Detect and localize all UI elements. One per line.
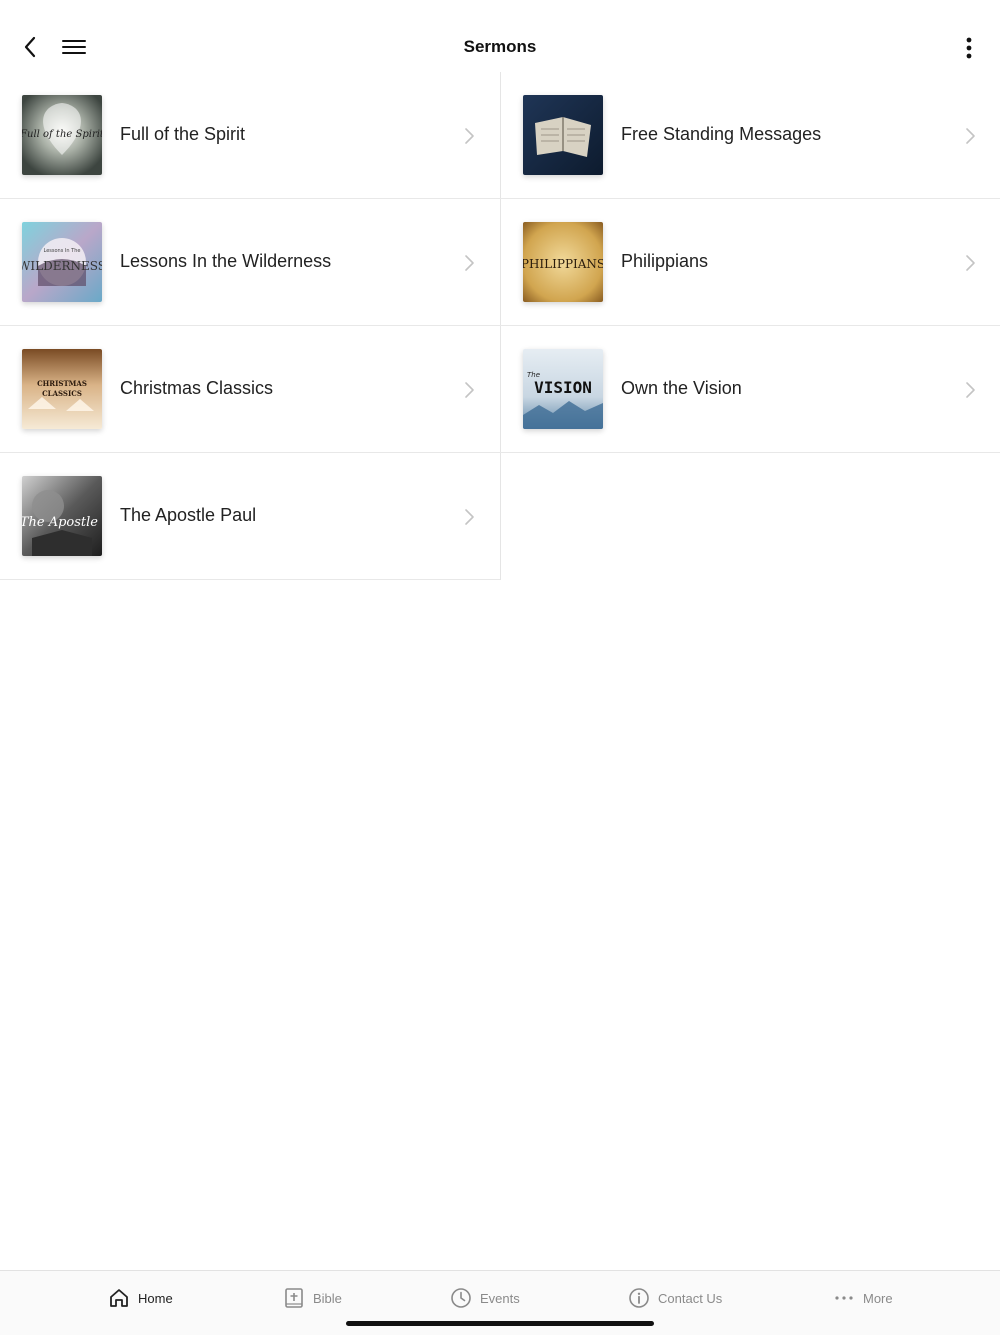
sermon-thumbnail: Full of the Spirit bbox=[22, 95, 102, 175]
sermon-thumbnail: The VISION bbox=[523, 349, 603, 429]
thumb-title: PHILIPPIANS bbox=[523, 257, 603, 271]
tab-label: Events bbox=[480, 1290, 520, 1306]
home-icon bbox=[110, 1289, 128, 1307]
sermon-title: The Apostle Paul bbox=[120, 505, 257, 525]
sermon-title: Lessons In the Wilderness bbox=[120, 251, 332, 271]
sermon-title: Full of the Spirit bbox=[120, 124, 246, 144]
sermon-series-item[interactable]: Lessons In The WILDERNESS Lessons In the… bbox=[0, 199, 500, 325]
clock-icon bbox=[451, 1288, 471, 1308]
sermon-series-item[interactable]: Full of the Spirit Full of the Spirit bbox=[0, 72, 500, 198]
top-bar: Sermons bbox=[0, 0, 1000, 72]
sermon-title: Philippians bbox=[621, 251, 709, 271]
sermon-series-item[interactable]: PHILIPPIANS Philippians bbox=[501, 199, 1000, 325]
home-indicator[interactable] bbox=[346, 1321, 654, 1326]
more-options-button[interactable] bbox=[956, 32, 982, 64]
sermon-series-item[interactable]: CHRISTMAS CLASSICS Christmas Classics bbox=[0, 326, 500, 452]
tab-contact-us[interactable]: Contact Us bbox=[628, 1285, 722, 1311]
tab-bible[interactable]: Bible bbox=[283, 1285, 342, 1311]
chevron-right-icon bbox=[966, 382, 975, 398]
tab-more[interactable]: More bbox=[833, 1285, 893, 1311]
tab-label: Home bbox=[138, 1290, 173, 1306]
chevron-right-icon bbox=[465, 382, 474, 398]
info-icon bbox=[629, 1288, 649, 1308]
thumb-subtitle: Lessons In The bbox=[44, 248, 81, 254]
chevron-right-icon bbox=[465, 509, 474, 525]
tab-label: Bible bbox=[313, 1290, 342, 1306]
sermon-thumbnail: Lessons In The WILDERNESS bbox=[22, 222, 102, 302]
chevron-right-icon bbox=[966, 128, 975, 144]
sermon-thumbnail: The Apostle bbox=[22, 476, 102, 556]
row-divider bbox=[0, 579, 500, 580]
more-dots-icon bbox=[835, 1296, 853, 1300]
sermon-series-item[interactable]: The VISION Own the Vision bbox=[501, 326, 1000, 452]
bible-icon bbox=[285, 1288, 303, 1308]
page-title: Sermons bbox=[463, 37, 537, 56]
sermon-title: Own the Vision bbox=[621, 378, 742, 398]
thumb-title: VISION bbox=[534, 378, 592, 397]
sermon-title: Free Standing Messages bbox=[621, 124, 822, 144]
chevron-right-icon bbox=[465, 255, 474, 271]
thumb-title: CHRISTMAS CLASSICS bbox=[37, 379, 87, 398]
sermon-thumbnail: CHRISTMAS CLASSICS bbox=[22, 349, 102, 429]
thumb-title: The Apostle bbox=[22, 515, 98, 530]
sermon-series-item[interactable]: Free Standing Messages bbox=[501, 72, 1000, 198]
chevron-right-icon bbox=[966, 255, 975, 271]
tab-events[interactable]: Events bbox=[450, 1285, 520, 1311]
sermon-series-item[interactable]: The Apostle The Apostle Paul bbox=[0, 453, 500, 579]
sermon-thumbnail: PHILIPPIANS bbox=[523, 222, 603, 302]
kebab-menu-icon bbox=[966, 37, 972, 59]
thumb-title: WILDERNESS bbox=[22, 259, 102, 273]
tab-label: More bbox=[863, 1290, 893, 1306]
chevron-right-icon bbox=[465, 128, 474, 144]
tab-home[interactable]: Home bbox=[108, 1285, 173, 1311]
sermon-thumbnail bbox=[523, 95, 603, 175]
thumb-title: Full of the Spirit bbox=[22, 129, 102, 140]
sermon-title: Christmas Classics bbox=[120, 378, 274, 398]
tab-label: Contact Us bbox=[658, 1290, 723, 1306]
